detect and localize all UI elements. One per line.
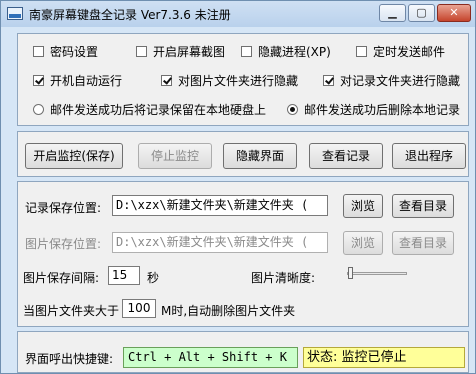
folder-limit-suffix: M时,自动删除图片文件夹 (161, 304, 296, 318)
delete-local-label: 邮件发送成功后删除本地记录 (304, 103, 461, 117)
checkbox-box[interactable] (241, 46, 252, 57)
checkbox-box[interactable] (356, 46, 367, 57)
hotkey-field[interactable]: Ctrl + Alt + Shift + K (123, 347, 298, 368)
record-view-dir-button[interactable]: 查看目录 (392, 194, 454, 218)
hide-record-folder-label: 对记录文件夹进行隐藏 (340, 74, 461, 88)
hide-image-folder-label: 对图片文件夹进行隐藏 (178, 74, 299, 88)
view-records-button[interactable]: 查看记录 (309, 143, 383, 169)
clarity-label: 图片清晰度: (251, 271, 316, 285)
image-path-field[interactable]: D:\xzx\新建文件夹\新建文件夹 ( (112, 232, 328, 253)
hide-ui-button[interactable]: 隐藏界面 (223, 143, 297, 169)
screen-capture-checkbox[interactable]: 开启屏幕截图 (136, 43, 225, 60)
delete-local-radio[interactable]: 邮件发送成功后删除本地记录 (287, 101, 460, 118)
radio-circle[interactable] (33, 104, 44, 115)
record-browse-button[interactable]: 浏览 (343, 194, 383, 218)
autostart-label: 开机自动运行 (50, 74, 123, 88)
checkbox-box[interactable] (33, 75, 44, 86)
hotkey-label: 界面呼出快捷键: (25, 352, 114, 366)
password-setting-checkbox[interactable]: 密码设置 (33, 43, 98, 60)
folder-limit-input[interactable]: 100 (122, 299, 156, 318)
stop-monitor-button[interactable]: 停止监控 (138, 143, 212, 169)
radio-circle[interactable] (287, 104, 298, 115)
checkbox-box[interactable] (136, 46, 147, 57)
password-setting-label: 密码设置 (50, 45, 99, 59)
app-icon (7, 7, 23, 20)
title-bar: 南豪屏幕键盘全记录 Ver7.3.6 未注册 ▁ ▢ ✕ (1, 1, 475, 27)
checkbox-box[interactable] (161, 75, 172, 86)
checkbox-box[interactable] (323, 75, 334, 86)
app-window: 南豪屏幕键盘全记录 Ver7.3.6 未注册 ▁ ▢ ✕ 密码设置 开启屏幕截图… (0, 0, 476, 374)
image-view-dir-button[interactable]: 查看目录 (392, 231, 454, 255)
clarity-slider-track[interactable] (347, 272, 407, 275)
hide-record-folder-checkbox[interactable]: 对记录文件夹进行隐藏 (323, 72, 460, 89)
autostart-checkbox[interactable]: 开机自动运行 (33, 72, 122, 89)
keep-local-radio[interactable]: 邮件发送成功后将记录保留在本地硬盘上 (33, 101, 266, 118)
hide-process-checkbox[interactable]: 隐藏进程(XP) (241, 43, 331, 60)
keep-local-label: 邮件发送成功后将记录保留在本地硬盘上 (50, 103, 267, 117)
start-monitor-button[interactable]: 开启监控(保存) (25, 143, 123, 169)
exit-button[interactable]: 退出程序 (392, 143, 466, 169)
clarity-slider-thumb[interactable] (347, 267, 353, 279)
close-button[interactable]: ✕ (437, 4, 471, 22)
interval-input[interactable]: 15 (108, 266, 140, 285)
screen-capture-label: 开启屏幕截图 (153, 45, 226, 59)
status-bar: 状态: 监控已停止 (303, 347, 465, 368)
timed-email-checkbox[interactable]: 定时发送邮件 (356, 43, 445, 60)
record-path-field[interactable]: D:\xzx\新建文件夹\新建文件夹 ( (112, 195, 328, 216)
checkbox-box[interactable] (33, 46, 44, 57)
maximize-button[interactable]: ▢ (408, 4, 435, 22)
minimize-button[interactable]: ▁ (379, 4, 406, 22)
timed-email-label: 定时发送邮件 (373, 45, 446, 59)
interval-label: 图片保存间隔: (23, 271, 100, 285)
window-title: 南豪屏幕键盘全记录 Ver7.3.6 未注册 (29, 8, 231, 22)
interval-unit: 秒 (147, 271, 160, 285)
image-path-label: 图片保存位置: (25, 237, 102, 251)
record-path-label: 记录保存位置: (25, 201, 102, 215)
folder-limit-prefix: 当图片文件夹大于 (23, 304, 120, 318)
image-browse-button[interactable]: 浏览 (343, 231, 383, 255)
hide-image-folder-checkbox[interactable]: 对图片文件夹进行隐藏 (161, 72, 298, 89)
hide-process-label: 隐藏进程(XP) (258, 45, 331, 59)
